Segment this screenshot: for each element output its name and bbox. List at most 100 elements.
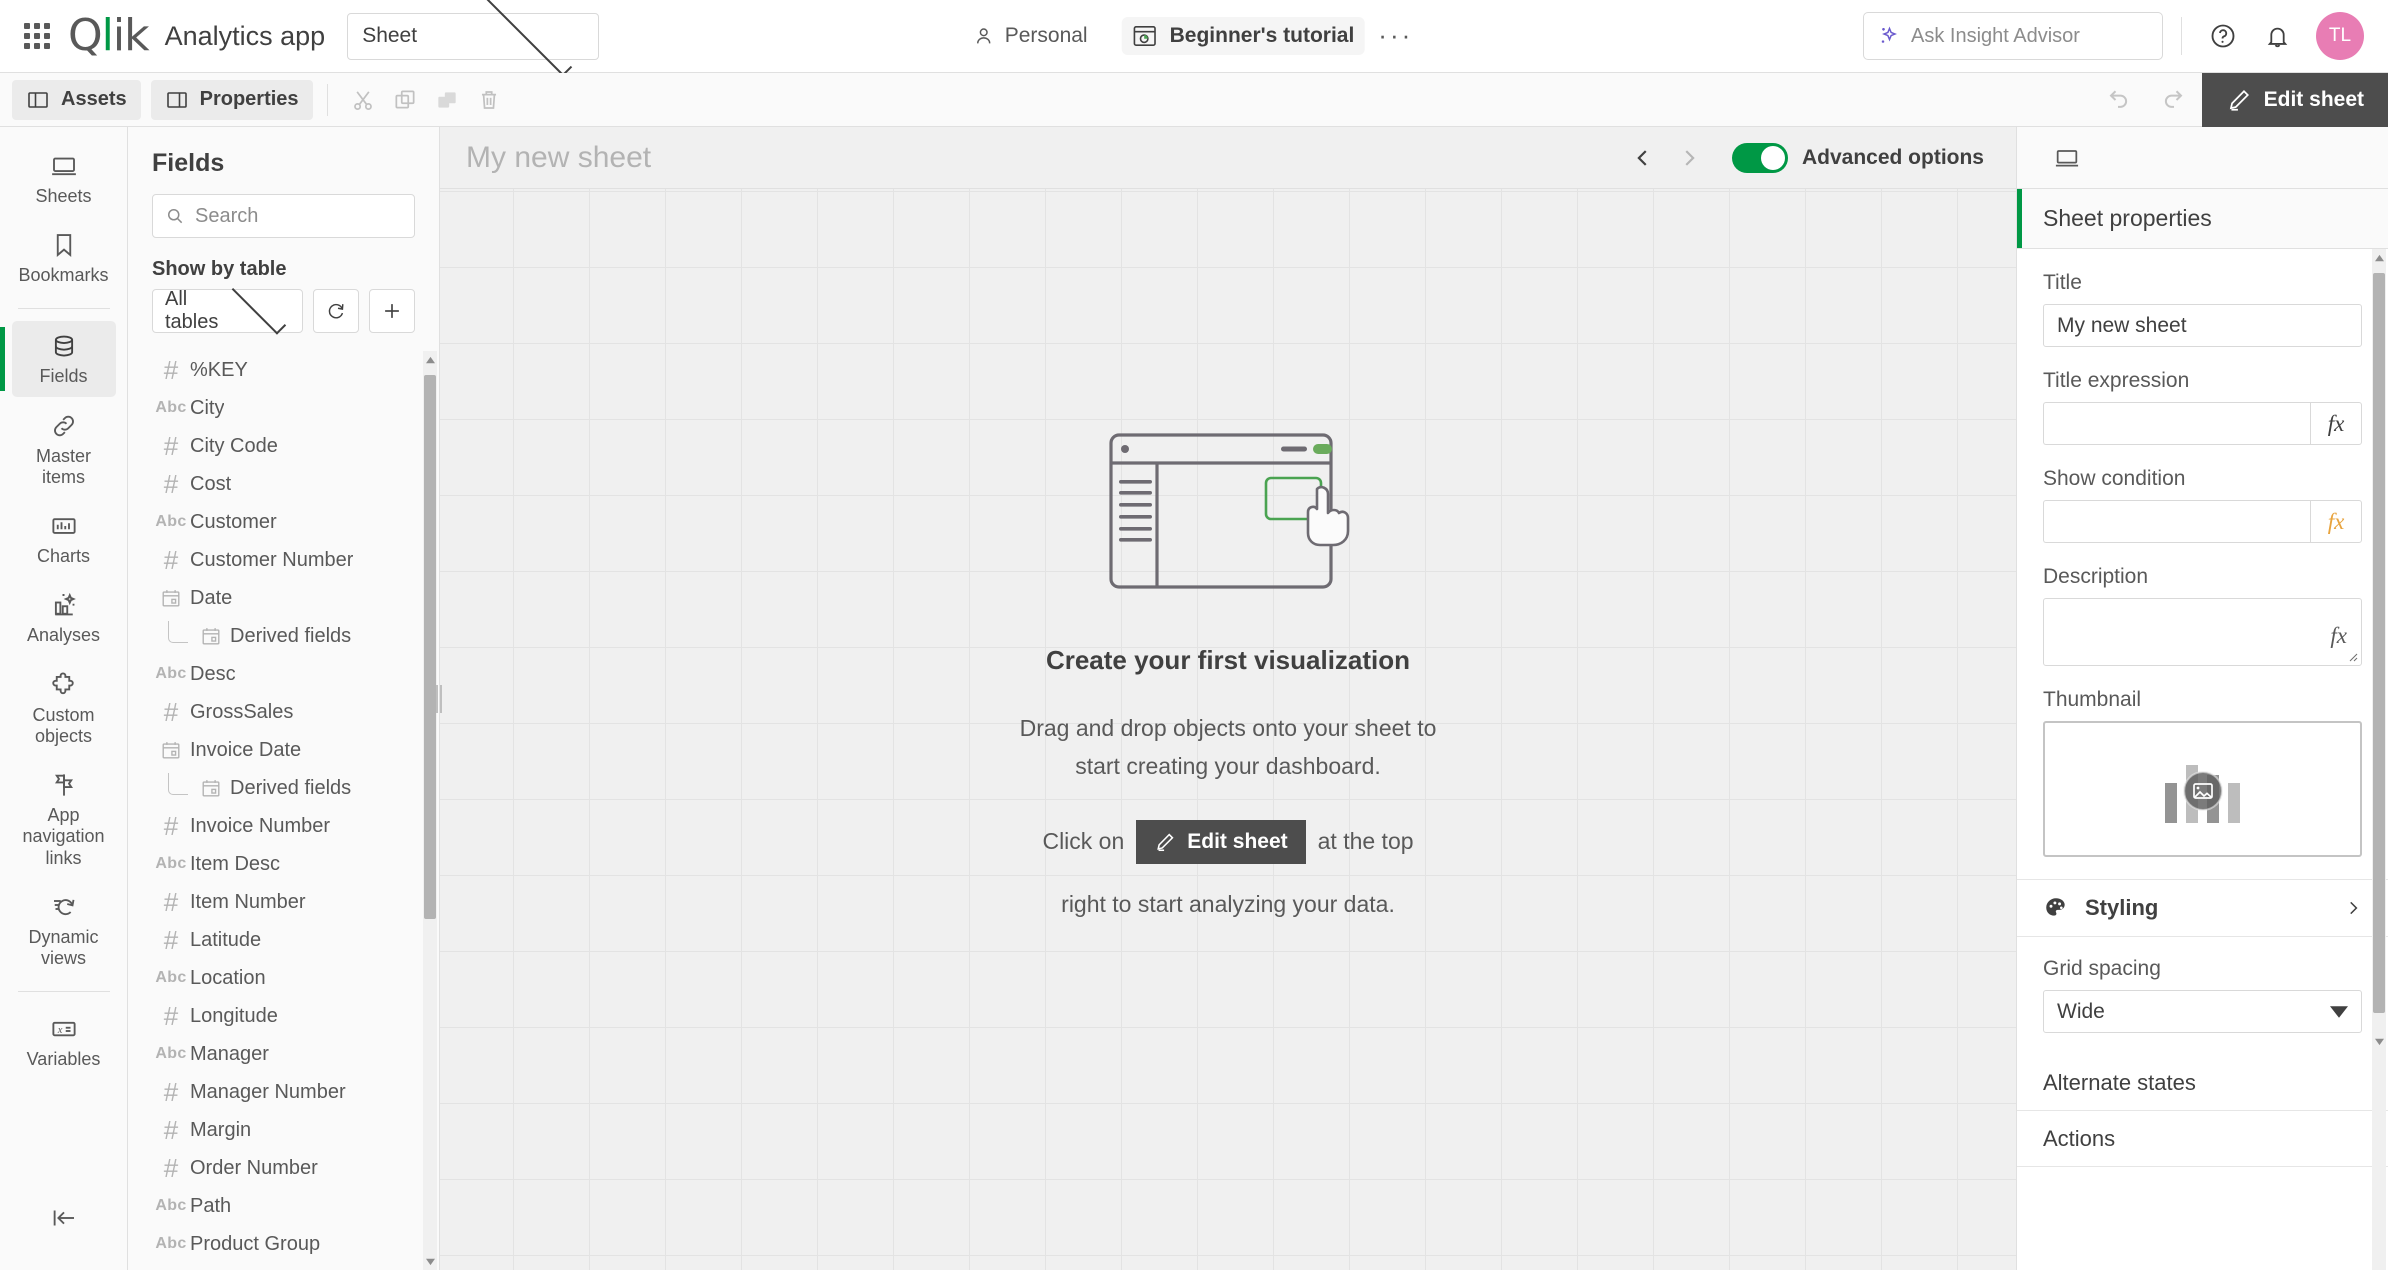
sidebar-item-variables[interactable]: x Variables bbox=[12, 1004, 116, 1079]
field-row[interactable]: Abc Product Group bbox=[128, 1225, 439, 1263]
panel-resize-handle[interactable] bbox=[436, 684, 442, 713]
field-row-derived[interactable]: Derived fields bbox=[128, 617, 439, 655]
title-value: My new sheet bbox=[2057, 313, 2187, 337]
alternate-states-row[interactable]: Alternate states bbox=[2017, 1055, 2388, 1111]
fields-scrollbar[interactable] bbox=[423, 351, 437, 1270]
personal-space-button[interactable]: Personal bbox=[961, 18, 1100, 54]
description-fx-button[interactable]: fx bbox=[2330, 623, 2347, 649]
field-row[interactable]: Abc Location bbox=[128, 959, 439, 997]
cut-button[interactable] bbox=[342, 79, 384, 121]
undo-button[interactable] bbox=[2090, 73, 2146, 127]
styling-row[interactable]: Styling bbox=[2017, 879, 2388, 937]
sidebar-item-charts[interactable]: Charts bbox=[12, 501, 116, 576]
resize-grip-icon[interactable] bbox=[2346, 650, 2358, 662]
paste-button[interactable] bbox=[426, 79, 468, 121]
field-row[interactable]: # Manager Number bbox=[128, 1073, 439, 1111]
field-row[interactable]: # Item Number bbox=[128, 883, 439, 921]
previous-sheet-button[interactable] bbox=[1622, 137, 1664, 179]
sheet-selector[interactable]: Sheet bbox=[347, 0, 600, 76]
field-row[interactable]: # Invoice Number bbox=[128, 807, 439, 845]
advanced-options-label: Advanced options bbox=[1801, 145, 1984, 169]
description-textarea[interactable]: fx bbox=[2043, 598, 2362, 666]
grid-spacing-select[interactable]: Wide bbox=[2043, 990, 2362, 1033]
chevron-right-icon bbox=[2350, 901, 2358, 915]
field-row[interactable]: # Order Number bbox=[128, 1149, 439, 1187]
advanced-options-toggle[interactable] bbox=[1731, 142, 1788, 173]
field-row[interactable]: Date bbox=[128, 579, 439, 617]
numeric-field-icon: # bbox=[163, 354, 179, 385]
field-row[interactable]: # Cost bbox=[128, 465, 439, 503]
tab-sheet-properties[interactable] bbox=[2041, 135, 2093, 181]
qlik-logo[interactable]: Qlik bbox=[68, 14, 150, 58]
collapse-panel-button[interactable] bbox=[34, 1194, 94, 1242]
properties-scrollbar[interactable] bbox=[2372, 249, 2386, 1270]
field-row[interactable]: # Latitude bbox=[128, 921, 439, 959]
app-launcher-icon[interactable] bbox=[20, 19, 54, 53]
show-by-table-label: Show by table bbox=[152, 258, 287, 280]
field-row[interactable]: Abc City bbox=[128, 389, 439, 427]
sidebar-item-master-items[interactable]: Master items bbox=[12, 401, 116, 497]
insight-advisor-input[interactable]: Ask Insight Advisor bbox=[1863, 12, 2163, 60]
show-condition-fx-button[interactable]: fx bbox=[2310, 500, 2362, 543]
notifications-button[interactable] bbox=[2254, 13, 2300, 59]
field-row[interactable]: # City Code bbox=[128, 427, 439, 465]
field-row-derived[interactable]: Derived fields bbox=[128, 769, 439, 807]
field-row[interactable]: # Margin bbox=[128, 1111, 439, 1149]
sidebar-item-dynamic-views[interactable]: Dynamic views bbox=[12, 882, 116, 978]
scrollbar-thumb[interactable] bbox=[2373, 273, 2385, 1013]
scroll-up-arrow-icon[interactable] bbox=[2372, 249, 2386, 267]
field-row[interactable]: Abc Customer bbox=[128, 503, 439, 541]
next-sheet-button[interactable] bbox=[1668, 137, 1710, 179]
sidebar-item-custom-objects[interactable]: Custom objects bbox=[12, 660, 116, 756]
sidebar-item-app-navigation-links[interactable]: App navigation links bbox=[12, 760, 116, 878]
field-row[interactable]: # Customer Number bbox=[128, 541, 439, 579]
field-row[interactable]: Invoice Date bbox=[128, 731, 439, 769]
field-row[interactable]: # %KEY bbox=[128, 351, 439, 389]
sidebar-item-bookmarks[interactable]: Bookmarks bbox=[12, 220, 116, 295]
sheet-grid[interactable]: Create your first visualization Drag and… bbox=[440, 189, 2016, 1270]
avatar[interactable]: TL bbox=[2316, 12, 2364, 60]
field-row[interactable]: # Longitude bbox=[128, 997, 439, 1035]
thumbnail-picker[interactable] bbox=[2043, 721, 2362, 857]
field-row[interactable]: Abc Item Desc bbox=[128, 845, 439, 883]
sidebar-item-fields[interactable]: Fields bbox=[0, 321, 116, 397]
show-condition-input[interactable] bbox=[2043, 500, 2310, 543]
scroll-down-arrow-icon[interactable] bbox=[2372, 1032, 2386, 1050]
scrollbar-thumb[interactable] bbox=[424, 375, 436, 919]
field-row[interactable]: Abc Manager bbox=[128, 1035, 439, 1073]
scroll-down-arrow-icon[interactable] bbox=[423, 1252, 437, 1270]
properties-toggle-button[interactable]: Properties bbox=[150, 79, 313, 120]
field-row[interactable]: AbcProduct Line bbox=[128, 1263, 439, 1270]
delete-button[interactable] bbox=[468, 79, 510, 121]
search-icon bbox=[168, 209, 183, 224]
alternate-states-label: Alternate states bbox=[2043, 1069, 2196, 1095]
title-expression-fx-button[interactable]: fx bbox=[2310, 402, 2362, 445]
tutorial-button[interactable]: Beginner's tutorial bbox=[1121, 17, 1365, 55]
field-name: Customer bbox=[190, 510, 277, 533]
scroll-up-arrow-icon[interactable] bbox=[423, 351, 437, 369]
assets-toggle-button[interactable]: Assets bbox=[12, 79, 141, 120]
field-row[interactable]: # GrossSales bbox=[128, 693, 439, 731]
empty-state-edit-sheet-chip[interactable]: Edit sheet bbox=[1136, 819, 1306, 864]
sidebar-label-charts: Charts bbox=[36, 546, 90, 567]
help-button[interactable] bbox=[2200, 13, 2246, 59]
refresh-fields-button[interactable] bbox=[313, 289, 359, 333]
field-row[interactable]: Abc Desc bbox=[128, 655, 439, 693]
copy-button[interactable] bbox=[384, 79, 426, 121]
more-options-button[interactable]: ··· bbox=[1364, 23, 1427, 48]
add-field-button[interactable] bbox=[369, 289, 415, 333]
fields-list[interactable]: # %KEY Abc City # City Code # Cost Abc Customer # C… bbox=[128, 351, 439, 1270]
numeric-field-icon: # bbox=[163, 810, 179, 841]
edit-sheet-button[interactable]: Edit sheet bbox=[2201, 72, 2388, 127]
search-input[interactable]: Search bbox=[152, 194, 415, 238]
sidebar-item-sheets[interactable]: Sheets bbox=[12, 141, 116, 216]
properties-tabs bbox=[2017, 127, 2388, 189]
table-filter-select[interactable]: All tables bbox=[152, 279, 303, 334]
app-title: Analytics app bbox=[164, 20, 326, 51]
actions-row[interactable]: Actions bbox=[2017, 1111, 2388, 1167]
title-input[interactable]: My new sheet bbox=[2043, 304, 2362, 347]
redo-button[interactable] bbox=[2146, 73, 2202, 127]
title-expression-input[interactable] bbox=[2043, 402, 2310, 445]
sidebar-item-analyses[interactable]: Analyses bbox=[12, 580, 116, 655]
field-row[interactable]: Abc Path bbox=[128, 1187, 439, 1225]
